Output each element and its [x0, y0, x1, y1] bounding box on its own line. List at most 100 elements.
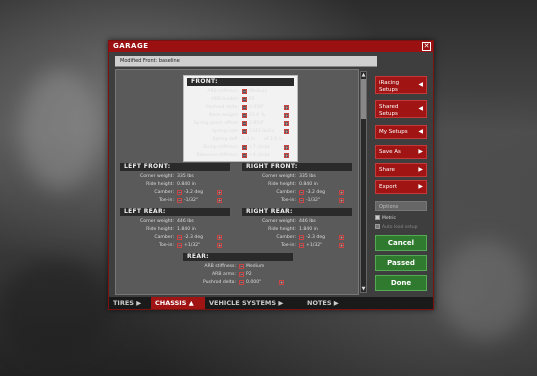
shared-setups-button[interactable]: Shared Setups ◀	[375, 100, 427, 118]
decrease-button[interactable]: −	[242, 121, 247, 126]
row-label: Camber:	[154, 235, 174, 240]
arrow-right-icon: ▶	[418, 148, 423, 155]
decrease-button[interactable]: −	[299, 198, 304, 203]
left-rear-row: Camber: − -2.3 deg +	[116, 234, 236, 241]
tab-label: CHASSIS	[155, 299, 187, 307]
increase-button[interactable]: +	[339, 243, 344, 248]
button-label: My Setups	[379, 129, 408, 135]
increase-button[interactable]: +	[284, 145, 289, 150]
increase-button[interactable]: +	[339, 235, 344, 240]
increase-button[interactable]: +	[284, 129, 289, 134]
increase-button[interactable]: +	[284, 113, 289, 118]
increase-button[interactable]: +	[217, 190, 222, 195]
options-tab[interactable]: Options	[375, 201, 427, 211]
background-blur	[20, 70, 100, 190]
decrease-button[interactable]: −	[177, 198, 182, 203]
right-rear-row: Corner weight: 446 lbs	[238, 218, 358, 225]
decrease-button[interactable]: −	[299, 235, 304, 240]
arrow-left-icon: ◀	[418, 104, 423, 112]
right-front-row: Corner weight: 335 lbs	[238, 173, 358, 180]
front-row-value: 43.0 %	[249, 113, 266, 118]
metric-checkbox[interactable]	[375, 215, 380, 220]
row-label: Corner weight:	[140, 219, 174, 224]
increase-button[interactable]: +	[284, 153, 289, 158]
export-button[interactable]: Export ▶	[375, 180, 427, 194]
front-row-label: Bump stiffness:	[203, 145, 239, 150]
garage-window: GARAGE ✕ Modified Front: baseline FRONT:…	[108, 40, 434, 310]
decrease-button[interactable]: −	[177, 190, 182, 195]
arrow-left-icon: ◀	[418, 128, 423, 135]
chassis-panel: FRONT: ARB stiffness: − Medium ARB blade…	[115, 69, 359, 295]
arrow-left-icon: ◀	[418, 80, 423, 88]
save-as-button[interactable]: Save As ▶	[375, 145, 427, 159]
row-value: -2.3 deg	[184, 235, 204, 240]
increase-button[interactable]: +	[279, 280, 284, 285]
decrease-button[interactable]: −	[239, 272, 244, 277]
row-label: Toe-in:	[280, 243, 296, 248]
front-row-value: 2.854"	[249, 121, 265, 126]
iracing-setups-button[interactable]: iRacing Setups ◀	[375, 76, 427, 94]
increase-button[interactable]: +	[217, 235, 222, 240]
right-rear-row: Ride height: 1.840 in	[238, 226, 358, 233]
front-row: Rebound stiffness: − +4 clicks +	[184, 152, 297, 159]
decrease-button[interactable]: −	[299, 190, 304, 195]
decrease-button[interactable]: −	[299, 243, 304, 248]
tab-vehicle-systems[interactable]: VEHICLE SYSTEMS ▶	[205, 297, 303, 309]
decrease-button[interactable]: −	[242, 153, 247, 158]
button-label: Export	[379, 184, 398, 190]
front-row-label: Nose weight:	[209, 113, 239, 118]
decrease-button[interactable]: −	[242, 97, 247, 102]
row-value: 446 lbs	[177, 219, 194, 224]
done-button[interactable]: Done	[375, 275, 427, 291]
decrease-button[interactable]: −	[242, 113, 247, 118]
rear-row: ARB stiffness: − Medium	[178, 263, 298, 270]
decrease-button[interactable]: −	[177, 243, 182, 248]
background-blur	[440, 240, 530, 340]
row-value: -1/32"	[184, 198, 199, 203]
right-front-row: Toe-in: − -1/32" +	[238, 197, 358, 204]
cancel-button[interactable]: Cancel	[375, 235, 427, 251]
front-section: FRONT: ARB stiffness: − Medium ARB blade…	[183, 75, 298, 162]
tab-chassis[interactable]: CHASSIS ▲	[151, 297, 205, 309]
increase-button[interactable]: +	[217, 198, 222, 203]
auto-load-checkbox[interactable]	[375, 224, 380, 229]
increase-button[interactable]: +	[339, 198, 344, 203]
front-row-value: Medium	[249, 89, 268, 94]
left-rear-row: Corner weight: 446 lbs	[116, 218, 236, 225]
decrease-button[interactable]: −	[242, 129, 247, 134]
decrease-button[interactable]: −	[239, 264, 244, 269]
right-rear-header: RIGHT REAR:	[242, 208, 352, 216]
front-row: Nose weight: − 43.0 % +	[184, 112, 297, 119]
front-row: Pushrod delta: − 0.039" +	[184, 104, 297, 111]
decrease-button[interactable]: −	[242, 105, 247, 110]
left-front-row: Ride height: 0.840 in	[116, 181, 236, 188]
close-icon[interactable]: ✕	[422, 42, 431, 51]
tab-notes[interactable]: NOTES ▶	[303, 297, 353, 309]
decrease-button[interactable]: −	[239, 280, 244, 285]
background-blur	[0, 260, 110, 360]
tab-tires[interactable]: TIRES ▶	[109, 297, 151, 309]
arrow-right-icon: ▶	[333, 299, 339, 307]
increase-button[interactable]: +	[339, 190, 344, 195]
scrollbar[interactable]: ▲ ▼	[360, 71, 367, 293]
increase-button[interactable]: +	[284, 105, 289, 110]
increase-button[interactable]: +	[284, 121, 289, 126]
scroll-down-icon[interactable]: ▼	[361, 286, 366, 292]
auto-load-checkbox-row[interactable]: Auto load setup	[375, 224, 418, 231]
decrease-button[interactable]: −	[242, 89, 247, 94]
row-label: Toe-in:	[280, 198, 296, 203]
row-label: Corner weight:	[262, 174, 296, 179]
button-label: Share	[379, 167, 395, 173]
decrease-button[interactable]: −	[177, 235, 182, 240]
scroll-up-icon[interactable]: ▲	[361, 72, 366, 78]
passed-button[interactable]: Passed	[375, 255, 427, 271]
increase-button[interactable]: +	[217, 243, 222, 248]
scroll-thumb[interactable]	[361, 79, 366, 119]
share-button[interactable]: Share ▶	[375, 163, 427, 177]
metric-checkbox-row[interactable]: Metric	[375, 215, 396, 222]
decrease-button[interactable]: −	[242, 145, 247, 150]
right-rear-row: Camber: − -2.3 deg +	[238, 234, 358, 241]
button-label: Save As	[379, 149, 401, 155]
bottom-tab-bar: TIRES ▶ CHASSIS ▲ VEHICLE SYSTEMS ▶ NOTE…	[109, 297, 433, 309]
my-setups-button[interactable]: My Setups ◀	[375, 125, 427, 139]
